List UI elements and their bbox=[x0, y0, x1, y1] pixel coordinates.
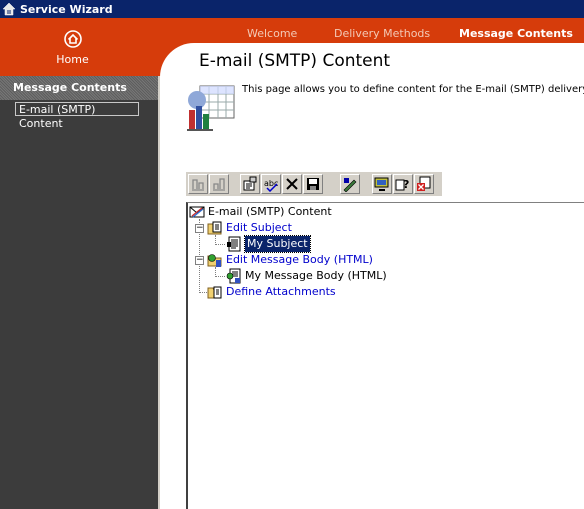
subject-folder-icon bbox=[207, 221, 222, 235]
window-title: Service Wizard bbox=[20, 2, 113, 16]
home-icon bbox=[64, 30, 82, 48]
message-body-folder-icon bbox=[207, 254, 222, 267]
properties-button[interactable] bbox=[240, 174, 260, 194]
insert-button[interactable] bbox=[188, 174, 208, 194]
spellcheck-button[interactable]: abc bbox=[261, 174, 281, 194]
toolbar: abc ? bbox=[186, 172, 442, 196]
close-icon bbox=[417, 176, 431, 191]
close-button[interactable] bbox=[414, 174, 434, 194]
insert-icon bbox=[192, 179, 204, 191]
preview-button[interactable] bbox=[372, 174, 392, 194]
subject-document-icon bbox=[227, 236, 241, 252]
save-icon bbox=[307, 178, 319, 190]
insert-after-button[interactable] bbox=[209, 174, 229, 194]
help-icon: ? bbox=[395, 178, 409, 191]
app-icon bbox=[2, 2, 16, 16]
page-header-icon bbox=[187, 85, 235, 131]
home-button[interactable]: Home bbox=[0, 18, 158, 76]
collapse-toggle[interactable]: − bbox=[195, 256, 204, 265]
window-titlebar: Service Wizard bbox=[0, 0, 584, 18]
delete-icon bbox=[286, 178, 298, 190]
attachments-folder-icon bbox=[207, 286, 222, 299]
sidebar-header-label: Message Contents bbox=[13, 81, 127, 94]
page-title: E-mail (SMTP) Content bbox=[199, 51, 391, 71]
tree-line bbox=[199, 292, 207, 293]
delete-button[interactable] bbox=[282, 174, 302, 194]
collapse-toggle[interactable]: − bbox=[195, 224, 204, 233]
tree-item-label: Edit Message Body (HTML) bbox=[226, 253, 373, 266]
edit-icon bbox=[343, 178, 357, 192]
home-label: Home bbox=[56, 53, 89, 66]
message-body-document-icon bbox=[226, 268, 241, 284]
page-description: This page allows you to define content f… bbox=[242, 84, 584, 95]
tree-item-label-selected: My Subject bbox=[244, 235, 311, 253]
save-button[interactable] bbox=[303, 174, 323, 194]
tree-item-label: My Message Body (HTML) bbox=[245, 269, 387, 282]
insert-after-icon bbox=[213, 178, 225, 191]
tree-item-label: E-mail (SMTP) Content bbox=[208, 205, 332, 218]
help-button[interactable]: ? bbox=[393, 174, 413, 194]
svg-text:abc: abc bbox=[264, 179, 278, 188]
tree-item-label: Define Attachments bbox=[226, 285, 336, 298]
preview-icon bbox=[374, 177, 389, 191]
email-content-icon bbox=[189, 206, 205, 218]
sidebar: Message Contents E-mail (SMTP) Content bbox=[0, 76, 158, 509]
tree-item-label: Edit Subject bbox=[226, 221, 292, 234]
tree-line bbox=[215, 276, 225, 277]
sidebar-item-smtp-content[interactable]: E-mail (SMTP) Content bbox=[15, 102, 139, 130]
tree-line bbox=[215, 244, 225, 245]
edit-button[interactable] bbox=[340, 174, 360, 194]
content-tree: E-mail (SMTP) Content − Edit Subject My … bbox=[186, 202, 584, 509]
sidebar-header: Message Contents bbox=[0, 76, 158, 100]
svg-text:?: ? bbox=[403, 178, 409, 191]
spellcheck-icon: abc bbox=[264, 179, 278, 192]
properties-icon bbox=[243, 176, 257, 191]
